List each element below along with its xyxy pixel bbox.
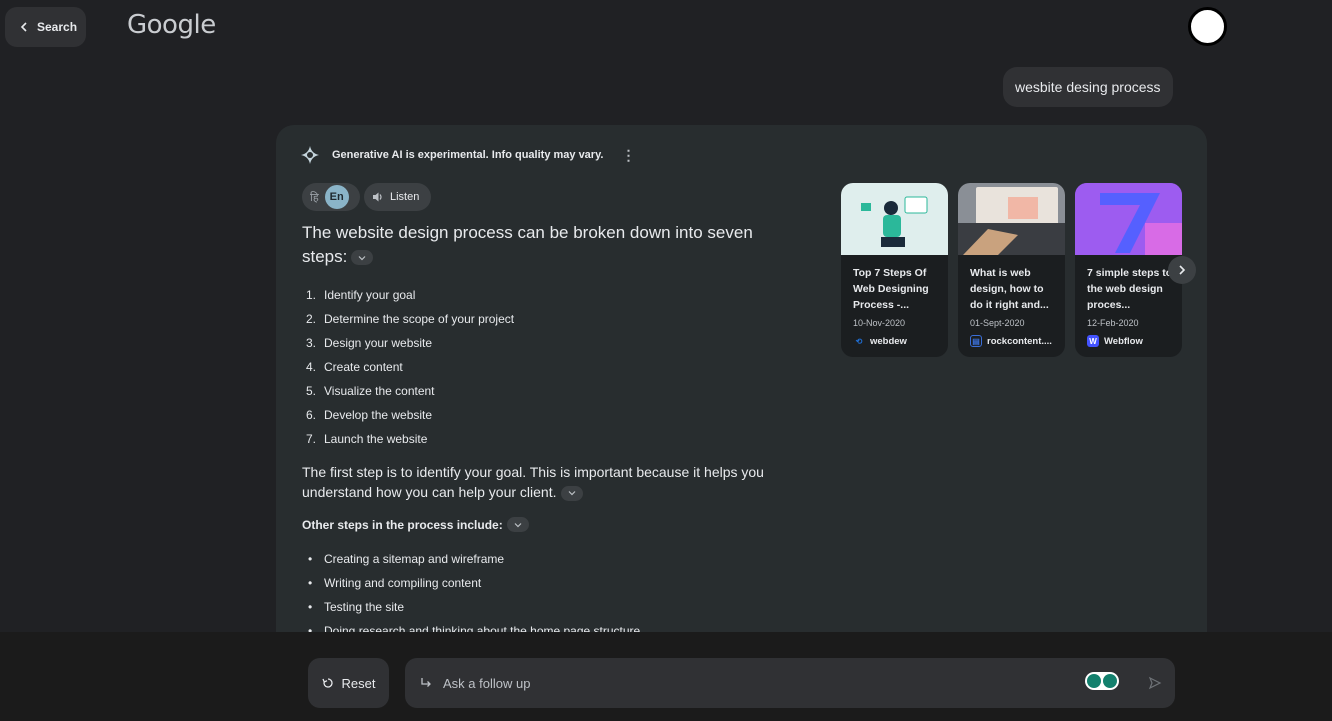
ai-disclaimer: Generative AI is experimental. Info qual…	[300, 145, 635, 165]
source-card[interactable]: Top 7 Steps Of Web Designing Process -..…	[841, 183, 948, 357]
send-icon	[1148, 676, 1162, 690]
chevron-down-icon	[514, 522, 522, 527]
extension-icon[interactable]	[1087, 674, 1101, 688]
grammarly-icon[interactable]	[1103, 674, 1117, 688]
source-title: What is web design, how to do it right a…	[970, 267, 1049, 311]
source-cards: Top 7 Steps Of Web Designing Process -..…	[841, 183, 1182, 357]
source-thumbnail	[958, 183, 1065, 255]
source-title: 7 simple steps to the web design proces.…	[1087, 267, 1173, 311]
expand-chevron[interactable]	[506, 517, 529, 532]
source-date: 12-Feb-2020	[1087, 318, 1139, 328]
reset-icon	[321, 678, 333, 688]
answer-controls: हि En Listen	[302, 183, 432, 211]
speaker-icon	[373, 192, 382, 202]
webflow-favicon-icon: W	[1087, 335, 1099, 347]
chevron-left-icon	[20, 22, 27, 32]
follow-up-input[interactable]	[443, 675, 1063, 691]
source-title: Top 7 Steps Of Web Designing Process -..…	[853, 267, 929, 311]
source-date: 10-Nov-2020	[853, 318, 906, 328]
chevron-right-icon	[1179, 265, 1186, 275]
source-thumbnail	[841, 183, 948, 255]
listen-label: Listen	[390, 191, 420, 203]
steps-list: 1. Identify your goal 2. Determine the sco…	[302, 283, 514, 451]
list-item: 3. Design your website	[306, 336, 433, 350]
chevron-down-icon	[358, 255, 366, 260]
sources-next-button[interactable]	[1168, 256, 1196, 284]
reset-button[interactable]: Reset	[308, 658, 389, 708]
top-bar: Search Google	[0, 0, 1332, 56]
expand-chevron[interactable]	[560, 485, 583, 501]
list-item: 2. Determine the scope of your project	[306, 312, 515, 326]
reset-label: Reset	[341, 675, 376, 691]
lang-english[interactable]: En	[324, 185, 349, 209]
list-item: • Writing and compiling content	[308, 576, 482, 590]
list-item: 6. Develop the website	[306, 408, 433, 422]
source-site: W Webflow	[1087, 335, 1143, 347]
avatar[interactable]	[1188, 7, 1227, 46]
list-item: 7. Launch the website	[306, 432, 428, 446]
webdew-favicon-icon: ⟲	[855, 336, 863, 346]
back-to-search-button[interactable]: Search	[5, 7, 86, 47]
lang-hindi[interactable]: हि	[306, 190, 319, 205]
send-button[interactable]	[1145, 673, 1165, 693]
source-site: ▤ rockcontent....	[970, 335, 1052, 347]
rockcontent-favicon-icon: ▤	[970, 335, 982, 347]
source-card[interactable]: What is web design, how to do it right a…	[958, 183, 1065, 357]
chevron-down-icon	[568, 491, 575, 496]
follow-up-arrow-icon	[421, 678, 431, 687]
source-thumbnail	[1075, 183, 1182, 255]
list-item: • Testing the site	[308, 600, 405, 614]
bottom-bar: Reset	[0, 632, 1332, 721]
google-logo[interactable]: Google	[127, 10, 216, 40]
list-item: 4. Create content	[306, 360, 403, 374]
list-item: 1. Identify your goal	[306, 288, 416, 302]
listen-button[interactable]: Listen	[364, 183, 432, 211]
answer-headline: The website design process can be broken…	[302, 221, 792, 269]
language-toggle[interactable]: हि En	[302, 183, 360, 211]
follow-up-box[interactable]	[405, 658, 1175, 708]
more-options-icon[interactable]: ⋮	[621, 147, 635, 164]
user-query-bubble: wesbite desing process	[1003, 67, 1173, 107]
source-site: ⟲ webdew	[853, 335, 907, 347]
disclaimer-text: Generative AI is experimental. Info qual…	[332, 149, 604, 161]
list-item: • Creating a sitemap and wireframe	[308, 552, 505, 566]
first-step-paragraph: The first step is to identify your goal.…	[302, 464, 764, 501]
expand-chevron[interactable]	[351, 250, 374, 266]
sparkle-icon	[301, 146, 319, 164]
source-date: 01-Sept-2020	[970, 318, 1025, 328]
ai-answer-card: Generative AI is experimental. Info qual…	[276, 125, 1207, 645]
source-card[interactable]: 7 simple steps to the web design proces.…	[1075, 183, 1182, 357]
list-item: 5. Visualize the content	[306, 384, 435, 398]
other-steps-heading: Other steps in the process include:	[302, 517, 529, 532]
extension-icons[interactable]	[1085, 672, 1119, 690]
other-steps-list: • Creating a sitemap and wireframe • Writi…	[302, 547, 640, 643]
back-button-label: Search	[37, 20, 78, 34]
